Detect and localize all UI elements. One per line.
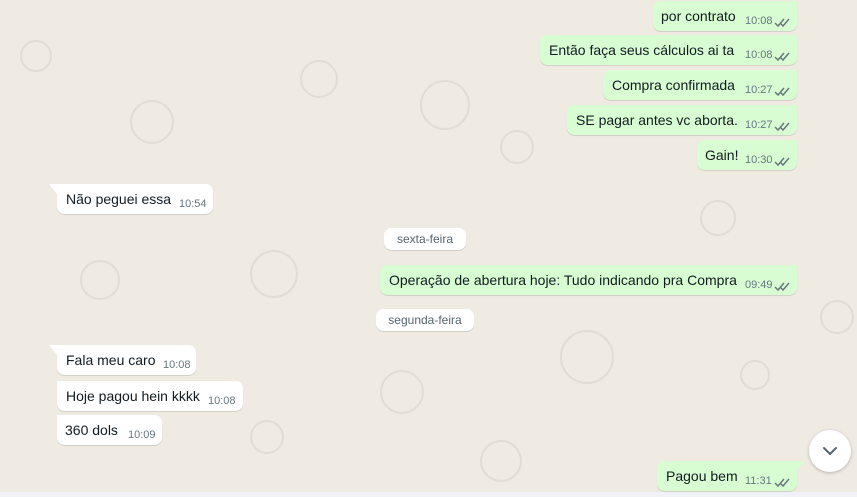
message-text: Fala meu caro bbox=[66, 352, 156, 368]
message-text: 360 dols bbox=[65, 422, 118, 438]
message-incoming[interactable]: Fala meu caro 10:08 bbox=[49, 345, 196, 375]
message-outgoing[interactable]: Então faça seus cálculos ai ta 10:08 bbox=[540, 35, 797, 65]
message-text: Hoje pagou hein kkkk bbox=[66, 388, 200, 404]
double-check-read-icon bbox=[774, 478, 790, 488]
message-time: 09:49 bbox=[745, 279, 773, 291]
day-separator-label: segunda-feira bbox=[388, 313, 462, 327]
wallpaper-doodle bbox=[300, 60, 338, 98]
chevron-down-icon bbox=[823, 447, 837, 455]
wallpaper-doodle bbox=[20, 40, 52, 72]
message-time: 10:08 bbox=[745, 15, 773, 27]
message-text: SE pagar antes vc aborta. bbox=[576, 112, 738, 128]
wallpaper-doodle bbox=[700, 200, 736, 236]
message-outgoing[interactable]: Operação de abertura hoje: Tudo indicand… bbox=[380, 265, 797, 295]
bubble-tail bbox=[49, 184, 57, 194]
day-separator-label: sexta-feira bbox=[396, 232, 454, 246]
wallpaper-doodle bbox=[740, 360, 770, 390]
message-incoming[interactable]: 360 dols 10:09 bbox=[57, 415, 162, 445]
message-text: por contrato bbox=[661, 8, 736, 24]
message-text: Pagou bem bbox=[666, 468, 738, 484]
message-time: 10:09 bbox=[128, 429, 156, 441]
wallpaper-doodle bbox=[130, 100, 174, 144]
message-time: 10:08 bbox=[745, 49, 773, 61]
message-text: Operação de abertura hoje: Tudo indicand… bbox=[389, 272, 737, 288]
wallpaper-doodle bbox=[560, 330, 614, 384]
composer-edge bbox=[0, 492, 857, 497]
day-separator: sexta-feira bbox=[384, 228, 466, 250]
message-time: 10:54 bbox=[179, 198, 207, 210]
message-outgoing[interactable]: Compra confirmada 10:27 bbox=[603, 70, 797, 100]
message-incoming[interactable]: Hoje pagou hein kkkk 10:08 bbox=[57, 381, 243, 411]
message-text: Não peguei essa bbox=[66, 191, 172, 207]
message-outgoing[interactable]: SE pagar antes vc aborta. 10:27 bbox=[567, 105, 797, 135]
message-time: 10:08 bbox=[208, 395, 236, 407]
wallpaper-doodle bbox=[80, 260, 120, 300]
message-text: Compra confirmada bbox=[612, 77, 735, 93]
message-outgoing[interactable]: por contrato 10:08 bbox=[653, 1, 797, 31]
wallpaper-doodle bbox=[420, 80, 470, 130]
message-text: Então faça seus cálculos ai ta bbox=[549, 42, 735, 58]
wallpaper-doodle bbox=[500, 130, 534, 164]
message-time: 10:27 bbox=[745, 84, 773, 96]
wallpaper-doodle bbox=[250, 250, 298, 298]
double-check-read-icon bbox=[774, 122, 790, 132]
message-incoming[interactable]: Não peguei essa 10:54 bbox=[49, 184, 213, 214]
bubble-tail bbox=[49, 345, 57, 355]
double-check-read-icon bbox=[774, 52, 790, 62]
message-time: 11:31 bbox=[745, 475, 772, 487]
double-check-read-icon bbox=[774, 157, 790, 167]
scroll-to-bottom-button[interactable] bbox=[809, 430, 851, 472]
message-time: 10:27 bbox=[745, 119, 773, 131]
message-text: Gain! bbox=[705, 147, 739, 163]
message-outgoing[interactable]: Pagou bem 11:31 bbox=[657, 461, 805, 491]
double-check-read-icon bbox=[774, 87, 790, 97]
wallpaper-doodle bbox=[380, 370, 424, 414]
wallpaper-doodle bbox=[250, 420, 284, 454]
message-time: 10:08 bbox=[163, 359, 191, 371]
message-outgoing[interactable]: Gain! 10:30 bbox=[697, 140, 797, 170]
wallpaper-doodle bbox=[480, 440, 522, 482]
wallpaper-doodle bbox=[820, 300, 854, 334]
day-separator: segunda-feira bbox=[376, 309, 474, 331]
double-check-read-icon bbox=[774, 18, 790, 28]
bubble-tail bbox=[797, 461, 805, 471]
message-time: 10:30 bbox=[745, 154, 773, 166]
double-check-read-icon bbox=[774, 282, 790, 292]
